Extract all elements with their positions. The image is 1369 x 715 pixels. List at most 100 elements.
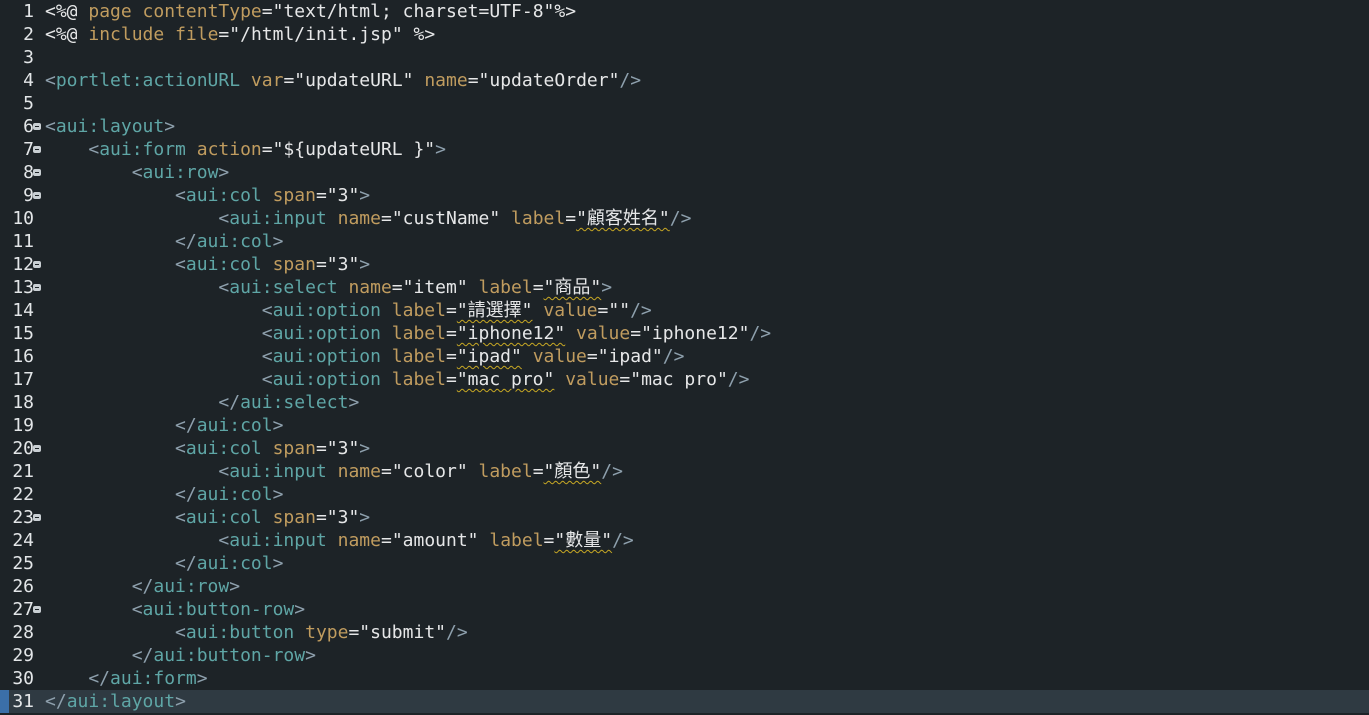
code-token: "iphone12": [641, 323, 750, 344]
code-line[interactable]: 27 <aui:button-row>: [0, 598, 1369, 621]
code-token: <: [45, 369, 273, 390]
code-token: %>: [402, 24, 436, 45]
code-token: =: [586, 346, 598, 367]
code-token: "text/html; charset=UTF-8": [272, 1, 555, 22]
line-number: 17: [12, 369, 34, 390]
code-token: />: [446, 622, 468, 643]
code-line[interactable]: 2 <%@ include file="/html/init.jsp" %>: [0, 23, 1369, 46]
code-token: =: [391, 277, 403, 298]
code-token: />: [749, 323, 772, 344]
fold-collapse-icon[interactable]: [33, 146, 41, 153]
code-token: />: [612, 530, 634, 551]
code-token: =: [467, 70, 479, 91]
code-line[interactable]: 15 <aui:option label="iphone12" value="i…: [0, 322, 1369, 345]
code-line[interactable]: 11 </aui:col>: [0, 230, 1369, 253]
code-token: =: [315, 185, 327, 206]
code-token: </: [45, 645, 154, 666]
fold-collapse-icon[interactable]: [33, 123, 41, 130]
code-token: >: [272, 415, 284, 436]
code-token: value: [521, 346, 587, 367]
code-token: aui:option: [272, 369, 381, 390]
code-text: <aui:col span="3">: [45, 184, 370, 207]
fold-collapse-icon[interactable]: [33, 192, 41, 199]
code-text: <aui:form action="${updateURL }">: [45, 138, 446, 161]
code-token: "submit": [359, 622, 446, 643]
code-token: </: [45, 691, 67, 712]
code-line[interactable]: 23 <aui:col span="3">: [0, 506, 1369, 529]
code-text: </aui:select>: [45, 391, 359, 414]
code-line[interactable]: 22 </aui:col>: [0, 483, 1369, 506]
code-line[interactable]: 20 <aui:col span="3">: [0, 437, 1369, 460]
code-line[interactable]: 1 <%@ page contentType="text/html; charse…: [0, 0, 1369, 23]
fold-collapse-icon[interactable]: [33, 284, 41, 291]
code-line[interactable]: 25 </aui:col>: [0, 552, 1369, 575]
code-token: </: [45, 392, 241, 413]
code-token: "${updateURL }": [272, 139, 436, 160]
code-line[interactable]: 14 <aui:option label="請選擇" value=""/>: [0, 299, 1369, 322]
code-token: =: [348, 622, 360, 643]
code-line[interactable]: 17 <aui:option label="mac pro" value="ma…: [0, 368, 1369, 391]
code-token: aui:col: [185, 254, 262, 275]
line-number: 2: [23, 24, 34, 45]
code-line[interactable]: 7 <aui:form action="${updateURL }">: [0, 138, 1369, 161]
code-line[interactable]: 31 </aui:layout>: [0, 690, 1369, 713]
code-token: aui:option: [272, 300, 381, 321]
code-line[interactable]: 4 <portlet:actionURL var="updateURL" name…: [0, 69, 1369, 92]
code-token: =: [380, 461, 392, 482]
code-token: >: [294, 599, 306, 620]
code-text: </aui:button-row>: [45, 644, 316, 667]
code-text: <aui:row>: [45, 161, 230, 184]
code-text: <aui:col span="3">: [45, 506, 370, 529]
code-line[interactable]: 3: [0, 46, 1369, 69]
fold-collapse-icon[interactable]: [33, 445, 41, 452]
code-token: name: [413, 70, 468, 91]
code-token: >: [272, 553, 284, 574]
code-token: <: [45, 139, 100, 160]
code-token: label: [467, 277, 533, 298]
code-token: <: [45, 461, 230, 482]
code-text: <aui:input name="amount" label="數量"/>: [45, 529, 634, 552]
code-line[interactable]: 5: [0, 92, 1369, 115]
code-token: >: [175, 691, 186, 712]
code-token: aui:button-row: [142, 599, 295, 620]
code-line[interactable]: 16 <aui:option label="ipad" value="ipad"…: [0, 345, 1369, 368]
fold-collapse-icon[interactable]: [33, 169, 41, 176]
code-line[interactable]: 9 <aui:col span="3">: [0, 184, 1369, 207]
code-line[interactable]: 10 <aui:input name="custName" label="顧客姓…: [0, 207, 1369, 230]
code-line[interactable]: 8 <aui:row>: [0, 161, 1369, 184]
line-number: 11: [12, 231, 34, 252]
code-token: label: [380, 369, 446, 390]
fold-collapse-icon[interactable]: [33, 261, 41, 268]
line-number: 1: [23, 1, 34, 22]
code-line[interactable]: 21 <aui:input name="color" label="顏色"/>: [0, 460, 1369, 483]
code-token: =: [261, 139, 273, 160]
code-line[interactable]: 12 <aui:col span="3">: [0, 253, 1369, 276]
code-text: <aui:option label="請選擇" value=""/>: [45, 299, 652, 322]
code-text: </aui:col>: [45, 414, 283, 437]
code-token: </: [45, 231, 197, 252]
code-line[interactable]: 13 <aui:select name="item" label="商品">: [0, 276, 1369, 299]
code-token: aui:col: [196, 484, 273, 505]
code-line[interactable]: 19 </aui:col>: [0, 414, 1369, 437]
code-line[interactable]: 6 <aui:layout>: [0, 115, 1369, 138]
code-token: />: [601, 461, 623, 482]
code-line[interactable]: 18 </aui:select>: [0, 391, 1369, 414]
code-line[interactable]: 24 <aui:input name="amount" label="數量"/>: [0, 529, 1369, 552]
code-token: type: [294, 622, 349, 643]
code-line[interactable]: 26 </aui:row>: [0, 575, 1369, 598]
line-number: 18: [12, 392, 34, 413]
line-number: 3: [23, 47, 34, 68]
code-text: </aui:col>: [45, 552, 283, 575]
fold-collapse-icon[interactable]: [33, 514, 41, 521]
code-token: >: [435, 139, 446, 160]
code-token: >: [359, 438, 371, 459]
code-token: >: [196, 668, 208, 689]
code-editor[interactable]: 1 <%@ page contentType="text/html; charse…: [0, 0, 1369, 715]
code-token: aui:select: [229, 277, 338, 298]
code-line[interactable]: 28 <aui:button type="submit"/>: [0, 621, 1369, 644]
line-number: 7: [23, 139, 34, 160]
code-line[interactable]: 29 </aui:button-row>: [0, 644, 1369, 667]
fold-collapse-icon[interactable]: [33, 606, 41, 613]
code-line[interactable]: 30 </aui:form>: [0, 667, 1369, 690]
line-number: 8: [23, 162, 34, 183]
